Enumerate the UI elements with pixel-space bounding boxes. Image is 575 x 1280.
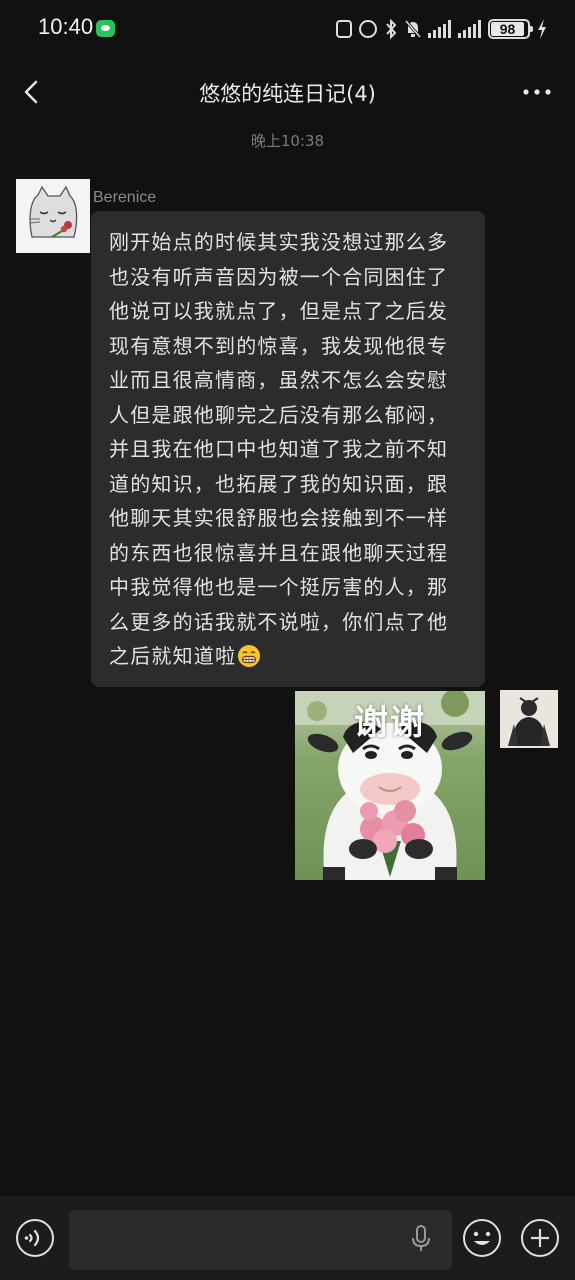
emoji-icon[interactable] (462, 1218, 502, 1258)
chat-header: 悠悠的纯连日记(4) (0, 62, 575, 122)
sticker-caption: 谢谢 (354, 703, 426, 743)
chat-title: 悠悠的纯连日记(4) (199, 82, 376, 106)
message-timestamp: 晚上10:38 (250, 132, 325, 150)
wechat-notification-icon (96, 20, 115, 37)
sender-name: Berenice (93, 189, 157, 206)
status-icons: 98 (336, 16, 547, 42)
status-bar: 10:40 98 (0, 0, 575, 60)
status-time: 10:40 (38, 14, 94, 39)
nfc-icon (336, 20, 352, 38)
grinning-face-emoji (238, 645, 261, 667)
battery-level: 98 (499, 21, 516, 37)
chat-screen: 10:40 98 悠悠的纯连日记(4) 晚上10:38 Berenice 刚开始… (0, 0, 575, 1280)
cat-avatar-icon (16, 179, 90, 253)
plus-icon[interactable] (520, 1218, 560, 1258)
microphone-icon[interactable] (410, 1224, 432, 1254)
more-dots-icon[interactable] (521, 78, 553, 106)
bluetooth-icon (386, 19, 397, 39)
message-text: 刚开始点的时候其实我没想过那么多也没有听声音因为被一个合同困住了他说可以我就点了… (109, 230, 449, 668)
battery-icon: 98 (488, 19, 533, 39)
thank-you-sticker[interactable]: 谢谢 (295, 691, 485, 880)
incoming-message-bubble[interactable]: 刚开始点的时候其实我没想过那么多也没有听声音因为被一个合同困住了他说可以我就点了… (91, 211, 485, 687)
mute-icon (405, 20, 421, 38)
character-avatar-icon (500, 690, 558, 748)
input-bar (0, 1196, 575, 1280)
signal-icon (428, 20, 451, 38)
my-avatar[interactable] (500, 690, 558, 748)
signal-icon (458, 20, 481, 38)
charging-icon (538, 19, 546, 39)
alarm-icon (359, 20, 377, 38)
message-input[interactable] (69, 1210, 452, 1270)
voice-input-icon[interactable] (15, 1218, 55, 1258)
sender-avatar[interactable] (16, 179, 90, 253)
